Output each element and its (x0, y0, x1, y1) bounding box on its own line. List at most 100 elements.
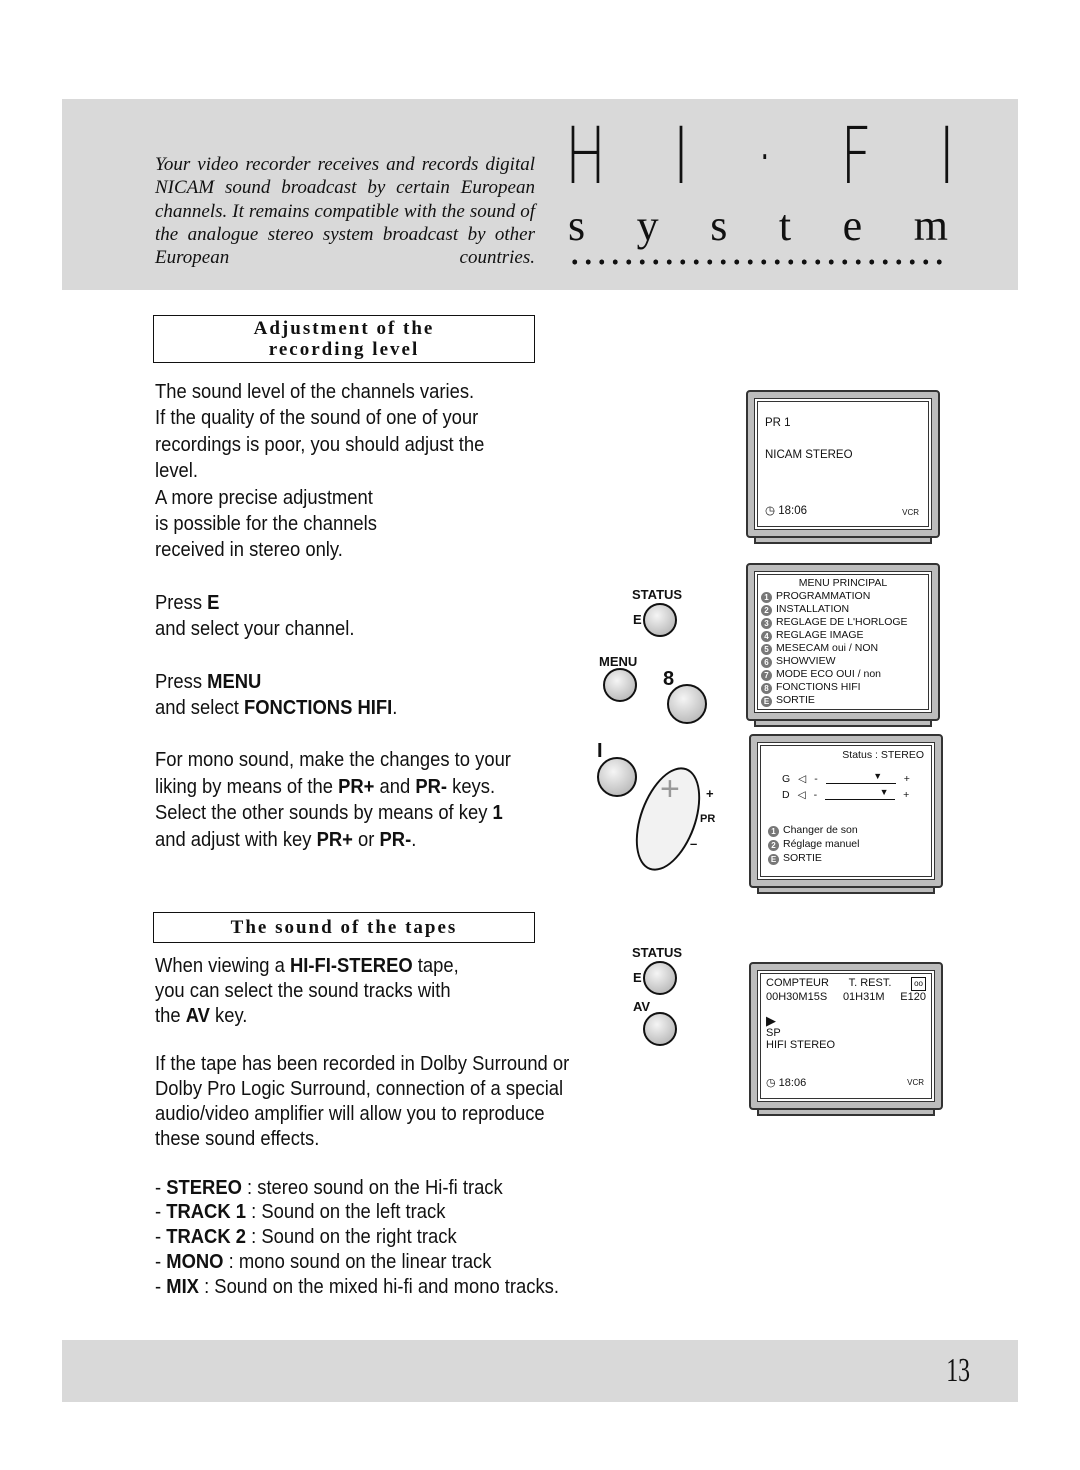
pr-label: PR (700, 813, 716, 825)
menu-button[interactable] (603, 668, 637, 702)
key-name: TRACK 2 (166, 1226, 246, 1249)
text: the (155, 1004, 186, 1027)
speaker-left-icon: ◁ (798, 773, 807, 785)
recording-level-text: The sound level of the channels varies. … (155, 379, 511, 853)
subtitle-letter: e (842, 201, 863, 250)
number-badge-icon: 5 (761, 644, 772, 655)
clock-icon: ◷ (765, 505, 776, 517)
title-letter: F (840, 112, 872, 202)
key-name: MIX (166, 1275, 199, 1298)
status-e-button[interactable] (643, 603, 677, 637)
tv-screen-status: Status : STEREO G ◁ - ▼ + D ◁ - ▼ + 1 Changer de … (749, 734, 943, 894)
text-line: and select FONCTIONS HIFI. (155, 695, 511, 721)
text: : Sound on the right track (245, 1226, 457, 1249)
key-8-button[interactable] (667, 684, 707, 724)
sound-mode: HIFI STEREO (766, 1039, 836, 1051)
number-badge-icon: 4 (761, 631, 772, 642)
left-channel-label: G (782, 773, 791, 785)
text-line: For mono sound, make the changes to your (155, 749, 511, 772)
number-badge-icon: 2 (768, 840, 779, 851)
menu-item[interactable]: 7 MODE ECO OUI / non (761, 668, 925, 681)
section-heading-recording-level: Adjustment of the recording level (153, 315, 535, 363)
text: tape, (412, 955, 459, 977)
eight-label: 8 (663, 668, 675, 690)
subtitle-letter: t (778, 201, 792, 250)
number-badge-icon: 3 (761, 618, 772, 629)
menu-item[interactable]: E SORTIE (768, 851, 924, 865)
subtitle-letter: y (636, 201, 659, 250)
menu-item[interactable]: 2 INSTALLATION (761, 603, 925, 616)
key-name: HI-FI-STEREO (290, 955, 413, 977)
key-name: PR- (415, 775, 448, 798)
section-heading-sound-of-tapes: The sound of the tapes (153, 912, 535, 943)
number-badge-icon: E (761, 696, 772, 707)
text-line: Dolby Pro Logic Surround, connection of … (155, 1078, 564, 1101)
menu-label: MENU (599, 654, 638, 669)
text: and (374, 775, 416, 798)
menu-item-label: MESECAM oui / NON (776, 642, 879, 654)
sound-mode: NICAM STEREO (765, 449, 853, 461)
key-name: TRACK 1 (166, 1201, 246, 1224)
title-letter: H (565, 112, 607, 202)
title-letter: I (938, 112, 955, 202)
menu-item-label: SORTIE (783, 852, 822, 864)
page-number: 13 (946, 1352, 970, 1389)
cassette-icon: oo (911, 977, 926, 991)
status-e-button[interactable] (643, 961, 677, 995)
menu-item[interactable]: 8 FONCTIONS HIFI (761, 681, 925, 694)
menu-item[interactable]: 5 MESECAM oui / NON (761, 642, 925, 655)
number-badge-icon: 8 (761, 683, 772, 694)
text: When viewing a (155, 955, 291, 977)
e-label: E (633, 612, 642, 627)
text-line: recordings is poor, you should adjust th… (155, 433, 485, 456)
status-label: STATUS (632, 945, 683, 960)
key-1-button[interactable] (597, 757, 637, 797)
source: VCR (907, 1078, 924, 1087)
text-line: level. (155, 460, 198, 483)
left-level-slider[interactable]: ▼ (825, 771, 896, 784)
text-line: and adjust with key PR+ or PR-. (155, 827, 511, 853)
tape-type: E120 (900, 991, 926, 1003)
e-label: E (633, 970, 642, 985)
menu-item[interactable]: 1 Changer de son (768, 823, 924, 837)
number-badge-icon: 6 (761, 657, 772, 668)
text-line: Select the other sounds by means of key … (155, 800, 511, 826)
speaker-right-icon: ◁ (797, 789, 806, 801)
heading-line: The sound of the tapes (230, 917, 458, 938)
menu-item-label: PROGRAMMATION (776, 590, 871, 602)
intro-text: Your video recorder receives and records… (155, 154, 535, 269)
menu-item-label: REGLAGE IMAGE (776, 629, 864, 641)
menu-item[interactable]: 6 SHOWVIEW (761, 655, 925, 668)
text-line: The sound level of the channels varies. (155, 381, 475, 403)
minus: - (813, 789, 818, 801)
time: 18:06 (778, 1077, 807, 1089)
list-item: - TRACK 2 : Sound on the right track (155, 1226, 457, 1249)
menu-item[interactable]: 1 PROGRAMMATION (761, 590, 925, 603)
menu-item[interactable]: 2 Réglage manuel (768, 837, 924, 851)
menu-item[interactable]: 3 REGLAGE DE L'HORLOGE (761, 616, 925, 629)
source: VCR (902, 508, 919, 517)
text: Press (155, 670, 208, 693)
text: : stereo sound on the Hi-fi track (241, 1176, 503, 1199)
text-line: If the quality of the sound of one of yo… (155, 407, 479, 430)
right-level-slider[interactable]: ▼ (825, 787, 896, 800)
text: and adjust with key (155, 828, 317, 851)
menu-item-label: Changer de son (783, 824, 858, 836)
status-label: STATUS (632, 587, 683, 602)
plus-icon: + (660, 770, 680, 808)
plus: + (903, 789, 910, 801)
av-label: AV (633, 999, 651, 1014)
text: : Sound on the left track (245, 1201, 446, 1224)
menu-item[interactable]: 4 REGLAGE IMAGE (761, 629, 925, 642)
number-badge-icon: E (768, 854, 779, 865)
text-line: liking by means of the PR+ and PR- keys. (155, 774, 511, 800)
key-name: MENU (207, 670, 262, 693)
title-letter: I (673, 112, 690, 202)
menu-item-label: SHOWVIEW (776, 655, 836, 667)
text-line: is possible for the channels (155, 513, 377, 536)
menu-item[interactable]: E SORTIE (761, 694, 925, 707)
pr-minus-label: – (690, 836, 698, 851)
subtitle-letter: s (568, 201, 586, 250)
av-button[interactable] (643, 1012, 677, 1046)
key-name: FONCTIONS HIFI (243, 697, 393, 720)
